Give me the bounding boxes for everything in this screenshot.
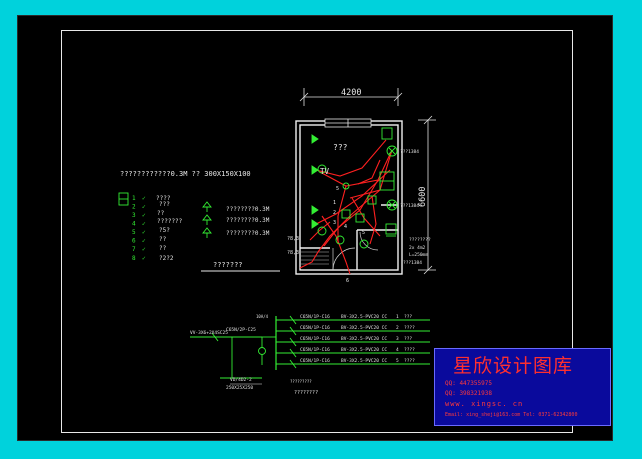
legend-item-mark: ✓	[142, 255, 146, 262]
doors	[332, 231, 379, 271]
branch-load: ????	[404, 347, 415, 353]
switch-icon	[202, 201, 212, 208]
legend-item-num: 7	[132, 246, 136, 253]
floor-plan: 4200 6600 ??? TV ???1384 ???1384 ???????…	[287, 88, 436, 284]
legend-symbols	[202, 201, 212, 238]
legend-item-num: 4	[132, 221, 136, 228]
room-label: ???	[333, 143, 348, 152]
legend-item-text: ??	[159, 245, 167, 252]
circuit-number: 3	[333, 220, 336, 226]
legend-item-num: 5	[132, 229, 136, 236]
branch-breaker: C65N/1P-C16	[300, 358, 330, 364]
single-line-schematic: VV-3X6+2X4SC25 C65N/2P-C25 10A/4 VD/4D2-…	[190, 314, 430, 396]
legend-note: ????????0.3M	[226, 217, 270, 224]
side-note: ???1384	[403, 260, 422, 266]
legend-item-num: 8	[132, 255, 136, 262]
legend-heading: ????????????0.3M ?? 300X150X100	[120, 170, 251, 178]
stamp-email: Email: xing_sheji@163.com Tel: 0371-6234…	[445, 412, 578, 418]
watermark-stamp: 星欣设计图库 QQ: 447355975 QQ: 398321938 www. …	[434, 348, 611, 426]
branch-breaker: C65N/1P-C16	[300, 347, 330, 353]
legend-item-mark: ✓	[142, 221, 146, 228]
branch-load: ???	[404, 314, 412, 320]
circuit-number: 4	[344, 224, 347, 230]
legend-caption: ???????	[213, 261, 243, 269]
ground-label: VD/4D2-2	[230, 377, 252, 383]
legend-item-text: ??	[159, 236, 167, 243]
schematic-note: ?????????	[290, 379, 312, 384]
circuit-number: 2	[333, 210, 336, 216]
switch-icon	[202, 227, 212, 234]
legend-item-text: ?5?	[159, 227, 170, 234]
legend-note: ????????0.3M	[226, 230, 270, 237]
window	[324, 118, 372, 128]
schematic-caption: ????????	[294, 390, 318, 396]
legend-item-num: 2	[132, 204, 136, 211]
light-fixture-icon	[359, 239, 369, 249]
legend-item-text: ???	[159, 201, 170, 208]
cad-viewport: 4200 6600 ??? TV ???1384 ???1384 ???????…	[0, 0, 642, 459]
walls	[295, 120, 403, 275]
legend-item-num: 3	[132, 212, 136, 219]
branch-load: ????	[404, 358, 415, 364]
branch-cable: BV-3X2.5-PVC20 CC	[341, 347, 387, 353]
tv-label: TV	[320, 167, 330, 176]
branch-num: 3	[396, 336, 399, 342]
distribution-box-icon	[381, 127, 393, 140]
branch-breaker: C65N/1P-C16	[300, 325, 330, 331]
left-tag: ?8,3	[287, 236, 299, 242]
legend-item-mark: ✓	[142, 204, 146, 211]
side-note: L=250mm	[409, 252, 428, 258]
stamp-qq-1: QQ: 447355975	[445, 380, 492, 387]
branch-cable: BV-3X2.5-PVC20 CC	[341, 314, 387, 320]
legend-items: 1 ✓ ???? 2 ✓ ??? 3 ✓ ?? 4 ✓ ??????? 5 ✓ …	[132, 195, 183, 262]
branch-cable: BV-3X2.5-PVC20 CC	[341, 325, 387, 331]
legend-item-text: ???????	[157, 218, 183, 225]
panel-note: ???1384	[400, 203, 419, 209]
branch-num: 2	[396, 325, 399, 331]
branch-num: 1	[396, 314, 399, 320]
speaker-icon	[311, 134, 319, 144]
branch-breaker: C65N/1P-C16	[300, 336, 330, 342]
legend-item-mark: ✓	[142, 195, 146, 202]
side-note: 2x 4m2	[409, 245, 426, 251]
branch-cable: BV-3X2.5-PVC20 CC	[341, 358, 387, 364]
legend-box-icon	[118, 192, 129, 206]
legend: ????????????0.3M ?? 300X150X100 1 ✓ ????…	[118, 170, 280, 272]
circuit-number: 1	[333, 200, 336, 206]
meter-label: 10A/4	[256, 314, 269, 319]
legend-item-num: 1	[132, 195, 136, 202]
branch-breaker: C65N/1P-C16	[300, 314, 330, 320]
circuit-number: 6	[346, 278, 349, 284]
switch-icon	[202, 214, 212, 221]
branch-load: ????	[404, 325, 415, 331]
branch-num: 5	[396, 358, 399, 364]
legend-item-text: ?2?2	[159, 255, 174, 262]
width-dimension-label: 4200	[341, 88, 361, 98]
circuit-number: 5	[336, 186, 339, 192]
main-breaker-label: C65N/2P-C25	[226, 327, 256, 333]
ground-spec: 250X25X250	[226, 385, 253, 391]
legend-item-mark: ✓	[142, 229, 146, 236]
panel-note: ???1384	[400, 149, 419, 155]
speaker-icon	[311, 205, 319, 215]
feeder-label: VV-3X6+2X4SC25	[190, 330, 228, 336]
branch-cable: BV-3X2.5-PVC20 CC	[341, 336, 387, 342]
circuit-number: 5	[362, 230, 365, 236]
branch-num: 4	[396, 347, 399, 353]
legend-note: ????????0.3M	[226, 206, 270, 213]
branch-load: ???	[404, 336, 412, 342]
stamp-qq-2: QQ: 398321938	[445, 390, 492, 397]
legend-item-text: ??	[157, 210, 165, 217]
stamp-website: www. xingsc. cn	[445, 400, 524, 408]
branch-labels: C65N/1P-C16 BV-3X2.5-PVC20 CC 1 ??? C65N…	[300, 314, 415, 364]
legend-item-num: 6	[132, 238, 136, 245]
legend-item-mark: ✓	[142, 238, 146, 245]
side-note: ????????	[409, 237, 431, 243]
legend-item-mark: ✓	[142, 246, 146, 253]
height-dimension-label: 6600	[418, 187, 428, 207]
legend-item-mark: ✓	[142, 212, 146, 219]
left-tag: ?8,3	[287, 250, 299, 256]
stamp-title: 星欣设计图库	[453, 355, 574, 377]
